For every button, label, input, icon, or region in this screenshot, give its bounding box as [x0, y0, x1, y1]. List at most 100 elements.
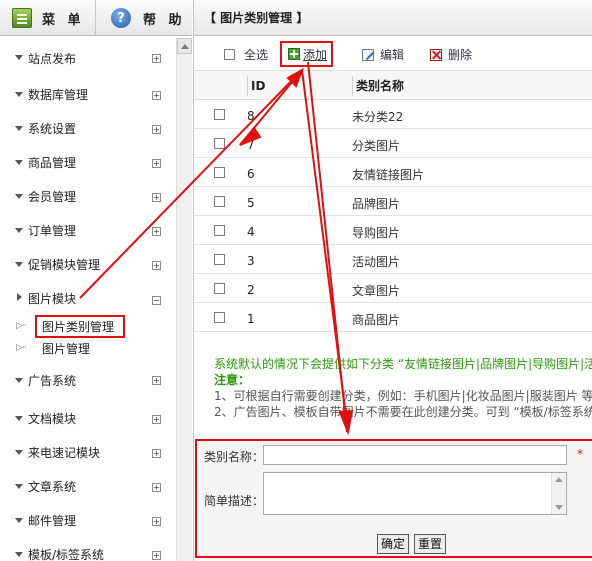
row-name: 品牌图片: [352, 197, 401, 211]
page-title: 【 图片类别管理 】: [194, 0, 592, 36]
row-checkbox[interactable]: [214, 138, 225, 149]
expand-icon[interactable]: +: [152, 159, 161, 168]
caret-down-icon: [15, 552, 23, 557]
add-category-form: 类别名称： * 简单描述： 确定 重置: [195, 439, 592, 558]
expand-icon[interactable]: +: [152, 54, 161, 63]
expand-icon[interactable]: +: [152, 551, 161, 560]
menu-button[interactable]: 菜 单: [0, 0, 96, 36]
table-row[interactable]: 8 未分类22: [194, 100, 592, 129]
sidebar-item-site-publish[interactable]: 站点发布 +: [0, 40, 176, 77]
table-row[interactable]: 6 友情链接图片: [194, 158, 592, 187]
expand-icon[interactable]: +: [152, 227, 161, 236]
sidebar-item-products[interactable]: 商品管理 +: [0, 145, 176, 179]
column-header-id[interactable]: ID: [247, 76, 265, 96]
sidebar-item-label: 广告系统: [28, 373, 77, 388]
row-checkbox[interactable]: [214, 196, 225, 207]
caret-down-icon: [15, 484, 23, 489]
sidebar-item-label: 会员管理: [28, 189, 77, 204]
row-name: 分类图片: [352, 139, 401, 153]
row-checkbox[interactable]: [214, 283, 225, 294]
delete-button[interactable]: 删除: [430, 46, 472, 63]
row-id: 7: [247, 138, 255, 152]
expand-icon[interactable]: +: [152, 91, 161, 100]
table-row[interactable]: 3 活动图片: [194, 245, 592, 274]
expand-icon[interactable]: +: [152, 261, 161, 270]
caret-down-icon: [15, 92, 23, 97]
edit-label: 编辑: [380, 48, 405, 62]
content-panel: 【 图片类别管理 】 全选 添加 编辑 删除 ID 类别名称 8 未分类22 7…: [193, 0, 592, 561]
sidebar-item-mail[interactable]: 邮件管理 +: [0, 503, 176, 537]
caret-down-icon: [15, 160, 23, 165]
help-button[interactable]: ? 帮 助: [97, 0, 192, 36]
add-icon: [288, 48, 300, 60]
category-name-input[interactable]: [263, 445, 567, 465]
edit-button[interactable]: 编辑: [362, 46, 404, 63]
scroll-up-icon[interactable]: [177, 38, 192, 54]
select-all-checkbox[interactable]: [224, 49, 235, 60]
column-header-name[interactable]: 类别名称: [352, 76, 404, 96]
row-id: 8: [247, 109, 255, 123]
reset-button[interactable]: 重置: [414, 534, 447, 554]
delete-icon: [430, 48, 442, 61]
sidebar-item-call-notes[interactable]: 来电速记模块 +: [0, 435, 176, 469]
row-checkbox[interactable]: [214, 225, 225, 236]
row-id: 4: [247, 225, 255, 239]
sidebar-item-label: 系统设置: [28, 121, 77, 136]
select-all-button[interactable]: 全选: [224, 46, 268, 63]
sidebar-item-members[interactable]: 会员管理 +: [0, 179, 176, 213]
row-name: 文章图片: [352, 284, 401, 298]
confirm-button[interactable]: 确定: [377, 534, 410, 554]
expand-icon[interactable]: +: [152, 376, 161, 385]
table-row[interactable]: 2 文章图片: [194, 274, 592, 303]
sidebar-item-system-settings[interactable]: 系统设置 +: [0, 111, 176, 145]
sidebar-item-orders[interactable]: 订单管理 +: [0, 213, 176, 247]
menu-icon: [12, 8, 32, 28]
sidebar-item-images[interactable]: 图片模块 −: [0, 281, 176, 315]
sidebar-item-label: 订单管理: [28, 223, 77, 238]
table-row[interactable]: 7 分类图片: [194, 129, 592, 158]
expand-icon[interactable]: +: [152, 125, 161, 134]
sidebar-item-articles[interactable]: 文章系统 +: [0, 469, 176, 503]
sidebar-item-label: 商品管理: [28, 155, 77, 170]
sidebar-item-label: 站点发布: [28, 52, 77, 66]
notes-line-1: 1、可根据自行需要创建分类，例如：手机图片|化妆品图片|服装图片 等: [214, 389, 592, 403]
sidebar-item-templates[interactable]: 模板/标签系统 +: [0, 537, 176, 561]
sidebar-subitem-image-manage[interactable]: ▷·· 图片管理: [0, 337, 176, 359]
sidebar-subitem-label: 图片管理: [42, 341, 91, 356]
description-textarea[interactable]: [263, 472, 567, 515]
row-checkbox[interactable]: [214, 312, 225, 323]
sidebar-item-label: 图片模块: [28, 291, 77, 306]
row-checkbox[interactable]: [214, 254, 225, 265]
table-row[interactable]: 4 导购图片: [194, 216, 592, 245]
expand-icon[interactable]: +: [152, 449, 161, 458]
row-id: 3: [247, 254, 255, 268]
table-row[interactable]: 5 品牌图片: [194, 187, 592, 216]
sidebar-item-database[interactable]: 数据库管理 +: [0, 77, 176, 111]
sidebar-item-promotions[interactable]: 促销模块管理 +: [0, 247, 176, 281]
help-label: 帮 助: [143, 12, 186, 28]
row-id: 2: [247, 283, 255, 297]
sidebar-item-documents[interactable]: 文档模块 +: [0, 401, 176, 435]
expand-icon[interactable]: +: [152, 517, 161, 526]
expand-icon[interactable]: +: [152, 193, 161, 202]
expand-icon[interactable]: +: [152, 483, 161, 492]
sidebar-scrollbar[interactable]: [176, 38, 192, 561]
expand-icon[interactable]: +: [152, 415, 161, 424]
row-checkbox[interactable]: [214, 167, 225, 178]
add-button[interactable]: 添加: [279, 41, 334, 67]
table-row[interactable]: 1 商品图片: [194, 303, 592, 332]
row-name: 商品图片: [352, 313, 401, 327]
collapse-icon[interactable]: −: [152, 296, 161, 305]
notes-intro: 系统默认的情况下会提供如下分类 “友情链接图片|品牌图片|导购图片|活动图片”: [214, 357, 592, 371]
row-name: 导购图片: [352, 226, 401, 240]
row-checkbox[interactable]: [214, 109, 225, 120]
textarea-scrollbar[interactable]: [551, 473, 566, 514]
sidebar-item-ads[interactable]: 广告系统 +: [0, 359, 176, 401]
category-name-label: 类别名称：: [204, 450, 265, 464]
caret-down-icon: [15, 378, 23, 383]
row-id: 6: [247, 167, 255, 181]
sidebar-subitem-image-category[interactable]: ▷·· 图片类别管理: [0, 314, 176, 338]
left-panel: 菜 单 ? 帮 助 站点发布 + 数据库管理 + 系统设置 + 商品管理 + 会…: [0, 0, 192, 561]
add-label: 添加: [303, 47, 328, 62]
sidebar-item-label: 数据库管理: [28, 87, 89, 102]
